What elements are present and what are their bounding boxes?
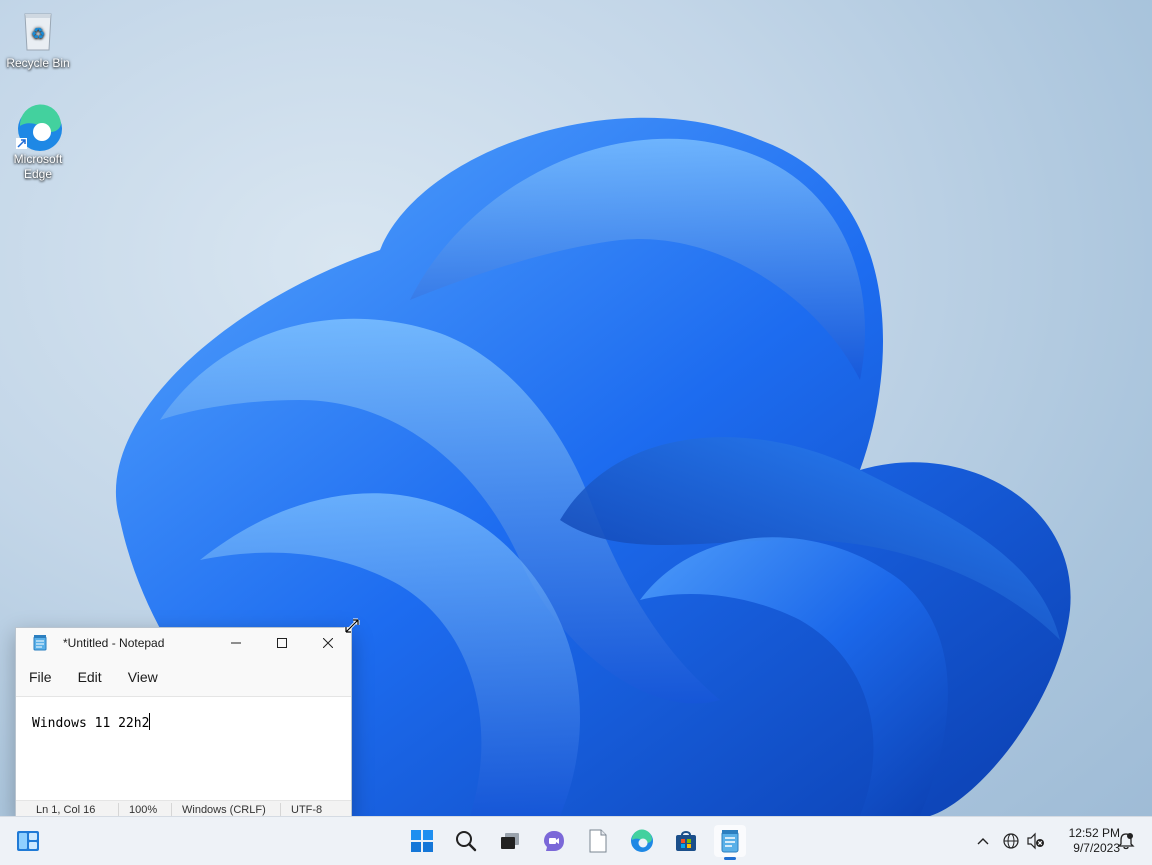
text-caret	[149, 713, 151, 730]
file-explorer-button[interactable]	[582, 825, 614, 857]
status-encoding: UTF-8	[291, 804, 323, 816]
search-icon	[456, 831, 477, 852]
svg-text:♻: ♻	[31, 24, 45, 43]
network-button[interactable]	[1000, 817, 1022, 865]
network-globe-icon	[1003, 833, 1019, 849]
text-editor[interactable]: Windows 11 22h2	[16, 696, 351, 800]
store-icon	[676, 831, 696, 851]
volume-muted-icon	[1027, 832, 1044, 850]
chevron-up-icon	[977, 838, 989, 845]
status-position: Ln 1, Col 16	[16, 803, 119, 817]
search-button[interactable]	[450, 825, 482, 857]
edge-icon	[15, 104, 62, 151]
recycle-bin-icon: ♻	[15, 8, 61, 54]
clock-time: 12:52 PM	[1068, 826, 1120, 840]
chat-icon	[544, 831, 564, 851]
task-view-icon	[501, 833, 519, 849]
clock[interactable]: 12:52 PM 9/7/2023	[1048, 826, 1120, 856]
minimize-button[interactable]	[213, 628, 259, 658]
menu-bar: File Edit View	[16, 658, 351, 696]
notepad-icon	[33, 635, 47, 651]
desktop-icon-recycle-bin[interactable]: ♻ Recycle Bin	[0, 8, 76, 71]
resize-cursor-icon	[344, 618, 360, 634]
close-icon	[323, 638, 333, 648]
menu-edit[interactable]: Edit	[65, 669, 115, 685]
window-title: *Untitled - Notepad	[63, 636, 165, 650]
desktop-icon-edge[interactable]: Microsoft Edge	[0, 104, 76, 182]
start-icon	[411, 830, 433, 852]
task-view-button[interactable]	[494, 825, 526, 857]
status-zoom: 100%	[119, 803, 172, 817]
desktop-icon-label-line1: Microsoft	[13, 152, 63, 166]
title-bar[interactable]: *Untitled - Notepad	[16, 628, 351, 658]
chat-button[interactable]	[538, 825, 570, 857]
menu-file[interactable]: File	[16, 669, 65, 685]
start-button[interactable]	[406, 825, 438, 857]
edge-button[interactable]	[626, 825, 658, 857]
store-button[interactable]	[670, 825, 702, 857]
notifications-button[interactable]	[1114, 817, 1138, 865]
notepad-window[interactable]: *Untitled - Notepad File Edit View Windo…	[15, 627, 352, 819]
maximize-button[interactable]	[259, 628, 305, 658]
volume-button[interactable]	[1025, 817, 1047, 865]
editor-content: Windows 11 22h2	[32, 716, 150, 731]
clock-date: 9/7/2023	[1073, 841, 1120, 855]
desktop-icon-label: Recycle Bin	[6, 56, 70, 70]
notification-bell-icon	[1117, 833, 1135, 850]
widgets-button[interactable]	[12, 825, 44, 857]
taskbar: 12:52 PM 9/7/2023	[0, 816, 1152, 865]
status-line-ending: Windows (CRLF)	[172, 803, 281, 817]
edge-icon	[631, 829, 653, 852]
minimize-icon	[231, 642, 241, 644]
show-hidden-icons-button[interactable]	[972, 817, 994, 865]
desktop-icon-label-line2: Edge	[23, 167, 53, 181]
notepad-taskbar-button[interactable]	[714, 825, 746, 860]
menu-view[interactable]: View	[115, 669, 171, 685]
notepad-icon	[721, 830, 739, 853]
file-explorer-icon	[589, 829, 607, 853]
maximize-icon	[277, 638, 287, 648]
widgets-icon	[17, 831, 39, 851]
